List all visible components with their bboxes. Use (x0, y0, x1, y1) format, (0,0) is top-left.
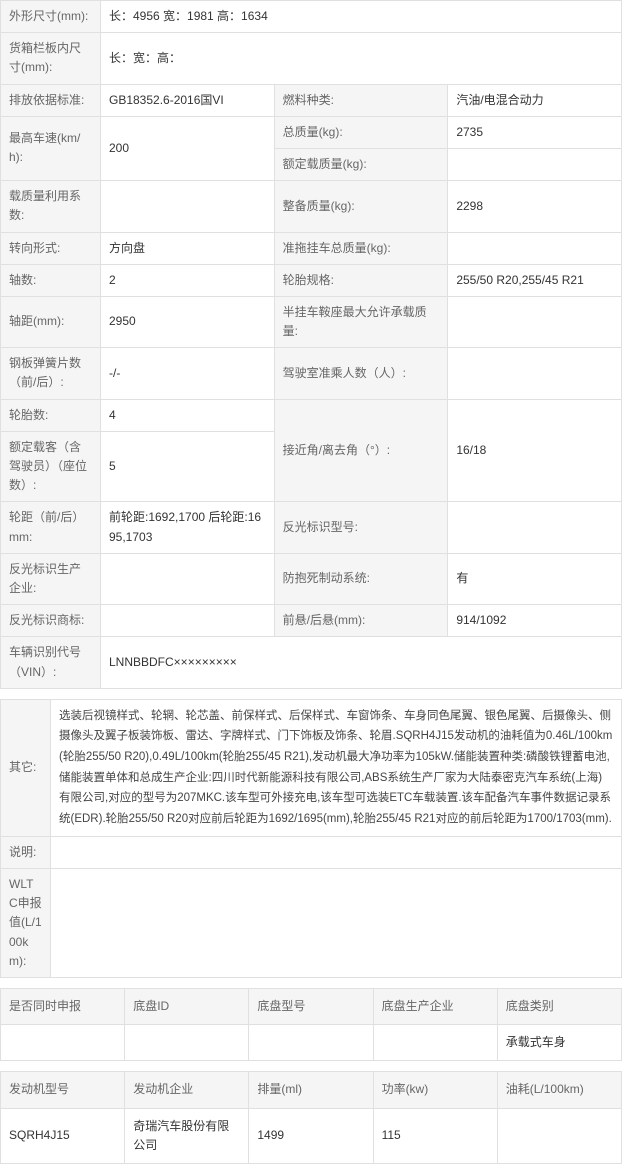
wheelbase-lbl: 轴距(mm): (1, 296, 101, 347)
engine-maker: 奇瑞汽车股份有限公司 (125, 1108, 249, 1163)
cab-seats-lbl: 驾驶室准乘人数（人）: (274, 348, 448, 399)
spring-count-lbl: 钢板弹簧片数（前/后）: (1, 348, 101, 399)
chassis-q (1, 1025, 125, 1061)
trailer-mass-lbl: 准拖挂车总质量(kg): (274, 232, 448, 264)
fuel-type-val: 汽油/电混合动力 (448, 84, 622, 116)
reflector-brand-val (101, 605, 275, 637)
gross-mass-lbl: 总质量(kg): (274, 116, 448, 148)
engine-power: 115 (373, 1108, 497, 1163)
chassis-maker-hdr: 底盘生产企业 (373, 988, 497, 1024)
chassis-maker (373, 1025, 497, 1061)
wltc-val (51, 869, 622, 978)
note-lbl: 说明: (1, 836, 51, 868)
saddle-load-val (448, 296, 622, 347)
saddle-load-lbl: 半挂车鞍座最大允许承载质量: (274, 296, 448, 347)
engine-fuel (497, 1108, 621, 1163)
engine-disp-hdr: 排量(ml) (249, 1072, 373, 1108)
load-coeff-val (101, 181, 275, 232)
spec-table: 外形尺寸(mm):长：4956 宽：1981 高：1634 货箱栏板内尺寸(mm… (0, 0, 622, 689)
tire-count-val: 4 (101, 399, 275, 431)
outer-dim-lbl: 外形尺寸(mm): (1, 1, 101, 33)
axle-count-val: 2 (101, 264, 275, 296)
approach-lbl: 接近角/离去角（°）: (274, 399, 448, 502)
wheelbase-val: 2950 (101, 296, 275, 347)
other-val: 选装后视镜样式、轮辋、轮芯盖、前保样式、后保样式、车窗饰条、车身同色尾翼、银色尾… (51, 699, 622, 836)
engine-fuel-hdr: 油耗(L/100km) (497, 1072, 621, 1108)
max-speed-lbl: 最高车速(km/h): (1, 116, 101, 180)
cargo-dim-val: 长：宽：高： (101, 33, 622, 84)
table-row: SQRH4J15 奇瑞汽车股份有限公司 1499 115 (1, 1108, 622, 1163)
abs-lbl: 防抱死制动系统: (274, 553, 448, 604)
vin-lbl: 车辆识别代号（VIN）: (1, 637, 101, 688)
rated-load-lbl: 额定载质量(kg): (274, 148, 448, 180)
max-speed-val: 200 (101, 116, 275, 180)
curb-mass-lbl: 整备质量(kg): (274, 181, 448, 232)
fuel-type-lbl: 燃料种类: (274, 84, 448, 116)
approach-val: 16/18 (448, 399, 622, 502)
overhang-val: 914/1092 (448, 605, 622, 637)
engine-model-hdr: 发动机型号 (1, 1072, 125, 1108)
steering-lbl: 转向形式: (1, 232, 101, 264)
chassis-id (125, 1025, 249, 1061)
chassis-id-hdr: 底盘ID (125, 988, 249, 1024)
emission-std-val: GB18352.6-2016国VI (101, 84, 275, 116)
trailer-mass-val (448, 232, 622, 264)
load-coeff-lbl: 载质量利用系数: (1, 181, 101, 232)
curb-mass-val: 2298 (448, 181, 622, 232)
engine-disp: 1499 (249, 1108, 373, 1163)
chassis-cat-hdr: 底盘类别 (497, 988, 621, 1024)
reflector-type-val (448, 502, 622, 553)
track-val: 前轮距:1692,1700 后轮距:1695,1703 (101, 502, 275, 553)
emission-std-lbl: 排放依据标准: (1, 84, 101, 116)
remarks-table: 其它: 选装后视镜样式、轮辋、轮芯盖、前保样式、后保样式、车窗饰条、车身同色尾翼… (0, 699, 622, 978)
tire-spec-val: 255/50 R20,255/45 R21 (448, 264, 622, 296)
chassis-model-hdr: 底盘型号 (249, 988, 373, 1024)
reflector-co-lbl: 反光标识生产企业: (1, 553, 101, 604)
note-val (51, 836, 622, 868)
table-row: 承载式车身 (1, 1025, 622, 1061)
reflector-type-lbl: 反光标识型号: (274, 502, 448, 553)
overhang-lbl: 前悬/后悬(mm): (274, 605, 448, 637)
abs-val: 有 (448, 553, 622, 604)
chassis-model (249, 1025, 373, 1061)
other-lbl: 其它: (1, 699, 51, 836)
gross-mass-val: 2735 (448, 116, 622, 148)
rated-seats-val: 5 (101, 431, 275, 502)
tire-count-lbl: 轮胎数: (1, 399, 101, 431)
reflector-brand-lbl: 反光标识商标: (1, 605, 101, 637)
tire-spec-lbl: 轮胎规格: (274, 264, 448, 296)
chassis-q-hdr: 是否同时申报 (1, 988, 125, 1024)
rated-seats-lbl: 额定载客（含驾驶员）（座位数）: (1, 431, 101, 502)
wltc-lbl: WLTC申报值(L/100km): (1, 869, 51, 978)
vin-val: LNNBBDFC××××××××× (101, 637, 622, 688)
reflector-co-val (101, 553, 275, 604)
chassis-table: 是否同时申报 底盘ID 底盘型号 底盘生产企业 底盘类别 承载式车身 (0, 988, 622, 1061)
cargo-dim-lbl: 货箱栏板内尺寸(mm): (1, 33, 101, 84)
track-lbl: 轮距（前/后）mm: (1, 502, 101, 553)
outer-dim-val: 长：4956 宽：1981 高：1634 (101, 1, 622, 33)
engine-model: SQRH4J15 (1, 1108, 125, 1163)
engine-table: 发动机型号 发动机企业 排量(ml) 功率(kw) 油耗(L/100km) SQ… (0, 1071, 622, 1164)
engine-maker-hdr: 发动机企业 (125, 1072, 249, 1108)
spring-count-val: -/- (101, 348, 275, 399)
chassis-cat: 承载式车身 (497, 1025, 621, 1061)
rated-load-val (448, 148, 622, 180)
steering-val: 方向盘 (101, 232, 275, 264)
axle-count-lbl: 轴数: (1, 264, 101, 296)
engine-power-hdr: 功率(kw) (373, 1072, 497, 1108)
cab-seats-val (448, 348, 622, 399)
